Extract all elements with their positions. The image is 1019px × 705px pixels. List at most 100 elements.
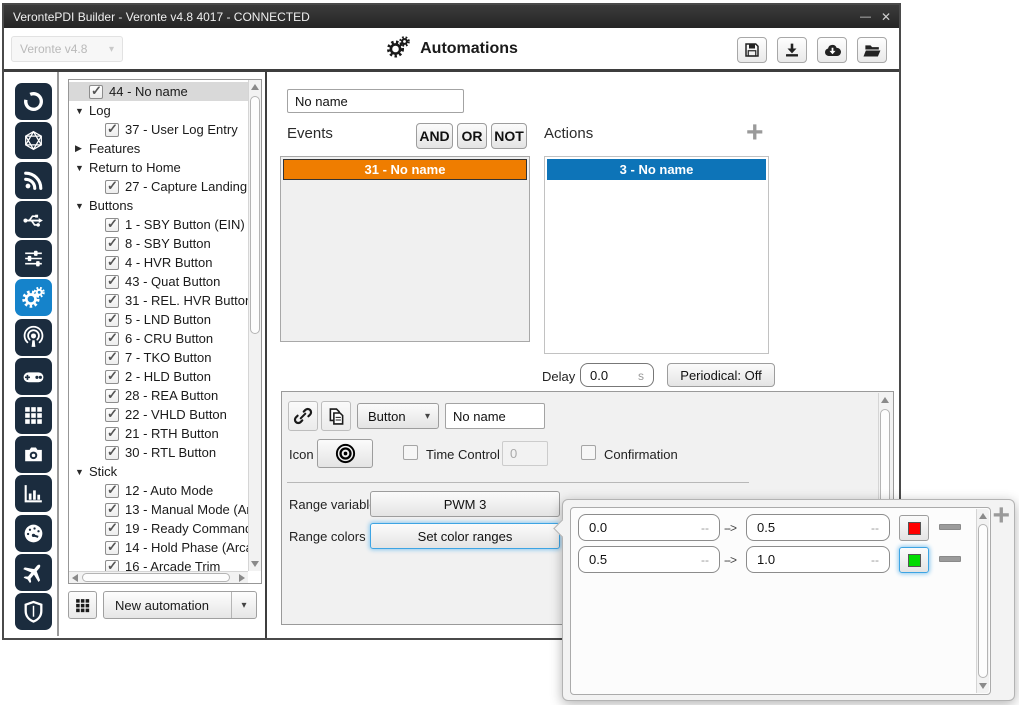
icon-picker-button[interactable]	[317, 439, 373, 468]
action-type-dropdown[interactable]: Button ▾	[357, 403, 439, 429]
sidebar-item-configuration[interactable]	[15, 240, 52, 277]
chevron-down-icon[interactable]: ▾	[231, 592, 256, 618]
scroll-up-arrow[interactable]	[251, 84, 259, 90]
sidebar-item-blocks[interactable]	[15, 397, 52, 434]
sidebar-item-charts[interactable]	[15, 475, 52, 512]
tree-item[interactable]: ✓27 - Capture Landing P	[69, 177, 248, 196]
tree-item[interactable]: ✓2 - HLD Button	[69, 367, 248, 386]
checkbox-checked[interactable]: ✓	[105, 218, 119, 232]
new-automation-button[interactable]: New automation ▾	[103, 591, 257, 619]
range-to-input[interactable]	[746, 546, 890, 573]
tree-item[interactable]: ✓7 - TKO Button	[69, 348, 248, 367]
tree-item[interactable]: ✓1 - SBY Button (EIN)	[69, 215, 248, 234]
range-to-input[interactable]	[746, 514, 890, 541]
sidebar-item-mesh[interactable]	[15, 122, 52, 159]
checkbox-checked[interactable]: ✓	[105, 427, 119, 441]
range-from-input[interactable]	[578, 546, 720, 573]
sidebar-item-automations[interactable]	[15, 279, 52, 316]
checkbox-checked[interactable]: ✓	[105, 313, 119, 327]
tree-group[interactable]: ▼Log	[69, 101, 248, 120]
tree-item[interactable]: ✓44 - No name	[69, 82, 248, 101]
checkbox-checked[interactable]: ✓	[105, 237, 119, 251]
tree-item[interactable]: ✓6 - CRU Button	[69, 329, 248, 348]
tree-item[interactable]: ✓31 - REL. HVR Button	[69, 291, 248, 310]
copy-button[interactable]	[321, 401, 351, 431]
tree-group[interactable]: ▼Buttons	[69, 196, 248, 215]
tree-item[interactable]: ✓22 - VHLD Button	[69, 405, 248, 424]
scroll-right-arrow[interactable]	[239, 574, 245, 582]
remove-range-button[interactable]	[939, 524, 961, 530]
tree-group[interactable]: ▼Stick	[69, 462, 248, 481]
checkbox-checked[interactable]: ✓	[105, 484, 119, 498]
expand-arrow-icon[interactable]: ▼	[75, 163, 89, 173]
checkbox-checked[interactable]: ✓	[105, 408, 119, 422]
open-file-button[interactable]	[857, 37, 887, 63]
checkbox-checked[interactable]: ✓	[105, 503, 119, 517]
automation-grid-button[interactable]	[68, 591, 97, 619]
checkbox-checked[interactable]: ✓	[89, 85, 103, 99]
collapse-arrow-icon[interactable]: ▶	[75, 143, 89, 154]
tree-item[interactable]: ✓28 - REA Button	[69, 386, 248, 405]
checkbox-checked[interactable]: ✓	[105, 332, 119, 346]
scroll-up-arrow[interactable]	[979, 513, 987, 519]
scroll-left-arrow[interactable]	[72, 574, 78, 582]
tree-item[interactable]: ✓19 - Ready Command	[69, 519, 248, 538]
checkbox-checked[interactable]: ✓	[105, 541, 119, 555]
tree-item[interactable]: ✓5 - LND Button	[69, 310, 248, 329]
add-range-icon[interactable]: +	[992, 505, 1010, 527]
tree-item[interactable]: ✓37 - User Log Entry	[69, 120, 248, 139]
range-variable-button[interactable]: PWM 3	[370, 491, 560, 517]
cloud-download-button[interactable]	[817, 37, 847, 63]
sidebar-item-gauge[interactable]	[15, 515, 52, 552]
tree-vertical-scrollbar[interactable]	[248, 80, 261, 571]
checkbox-checked[interactable]: ✓	[105, 256, 119, 270]
expand-arrow-icon[interactable]: ▼	[75, 467, 89, 477]
minimize-button[interactable]: —	[860, 10, 871, 24]
actions-panel[interactable]: 3 - No name	[544, 156, 769, 354]
sidebar-item-telemetry[interactable]	[15, 162, 52, 199]
and-operator-button[interactable]: AND	[416, 123, 453, 149]
checkbox-checked[interactable]: ✓	[105, 370, 119, 384]
checkbox-checked[interactable]: ✓	[105, 446, 119, 460]
remove-range-button[interactable]	[939, 556, 961, 562]
popup-vertical-scrollbar[interactable]	[976, 509, 989, 693]
set-color-ranges-button[interactable]: Set color ranges	[370, 523, 560, 549]
sidebar-item-flight[interactable]	[15, 554, 52, 591]
sidebar-item-safety[interactable]	[15, 593, 52, 630]
checkbox-checked[interactable]: ✓	[105, 275, 119, 289]
tree-item[interactable]: ✓8 - SBY Button	[69, 234, 248, 253]
or-operator-button[interactable]: OR	[457, 123, 487, 149]
periodical-toggle-button[interactable]: Periodical: Off	[667, 363, 775, 387]
checkbox-checked[interactable]: ✓	[105, 180, 119, 194]
time-control-checkbox[interactable]	[403, 445, 418, 460]
sidebar-item-power-ring[interactable]	[15, 83, 52, 120]
time-control-input[interactable]	[502, 441, 548, 466]
tree-item[interactable]: ✓14 - Hold Phase (Arcad	[69, 538, 248, 557]
sidebar-item-sensors[interactable]	[15, 319, 52, 356]
checkbox-checked[interactable]: ✓	[105, 123, 119, 137]
close-button[interactable]: ✕	[881, 10, 891, 24]
checkbox-checked[interactable]: ✓	[105, 522, 119, 536]
tree-item[interactable]: ✓21 - RTH Button	[69, 424, 248, 443]
scrollbar-thumb[interactable]	[978, 524, 988, 678]
expand-arrow-icon[interactable]: ▼	[75, 201, 89, 211]
scroll-down-arrow[interactable]	[979, 683, 987, 689]
tree-group[interactable]: ▼Return to Home	[69, 158, 248, 177]
checkbox-checked[interactable]: ✓	[105, 389, 119, 403]
link-button[interactable]	[288, 401, 318, 431]
save-button[interactable]	[737, 37, 767, 63]
expand-arrow-icon[interactable]: ▼	[75, 106, 89, 116]
sidebar-item-usb[interactable]	[15, 201, 52, 238]
events-panel[interactable]: 31 - No name	[280, 156, 530, 342]
range-from-input[interactable]	[578, 514, 720, 541]
action-item[interactable]: 3 - No name	[547, 159, 766, 180]
tree-item[interactable]: ✓4 - HVR Button	[69, 253, 248, 272]
color-swatch-button[interactable]	[899, 547, 929, 573]
scroll-up-arrow[interactable]	[881, 397, 889, 403]
tree-item[interactable]: ✓43 - Quat Button	[69, 272, 248, 291]
sidebar-item-camera[interactable]	[15, 436, 52, 473]
scrollbar-thumb[interactable]	[82, 573, 230, 582]
checkbox-checked[interactable]: ✓	[105, 294, 119, 308]
tree-group[interactable]: ▶Features	[69, 139, 248, 158]
tree-item[interactable]: ✓12 - Auto Mode	[69, 481, 248, 500]
